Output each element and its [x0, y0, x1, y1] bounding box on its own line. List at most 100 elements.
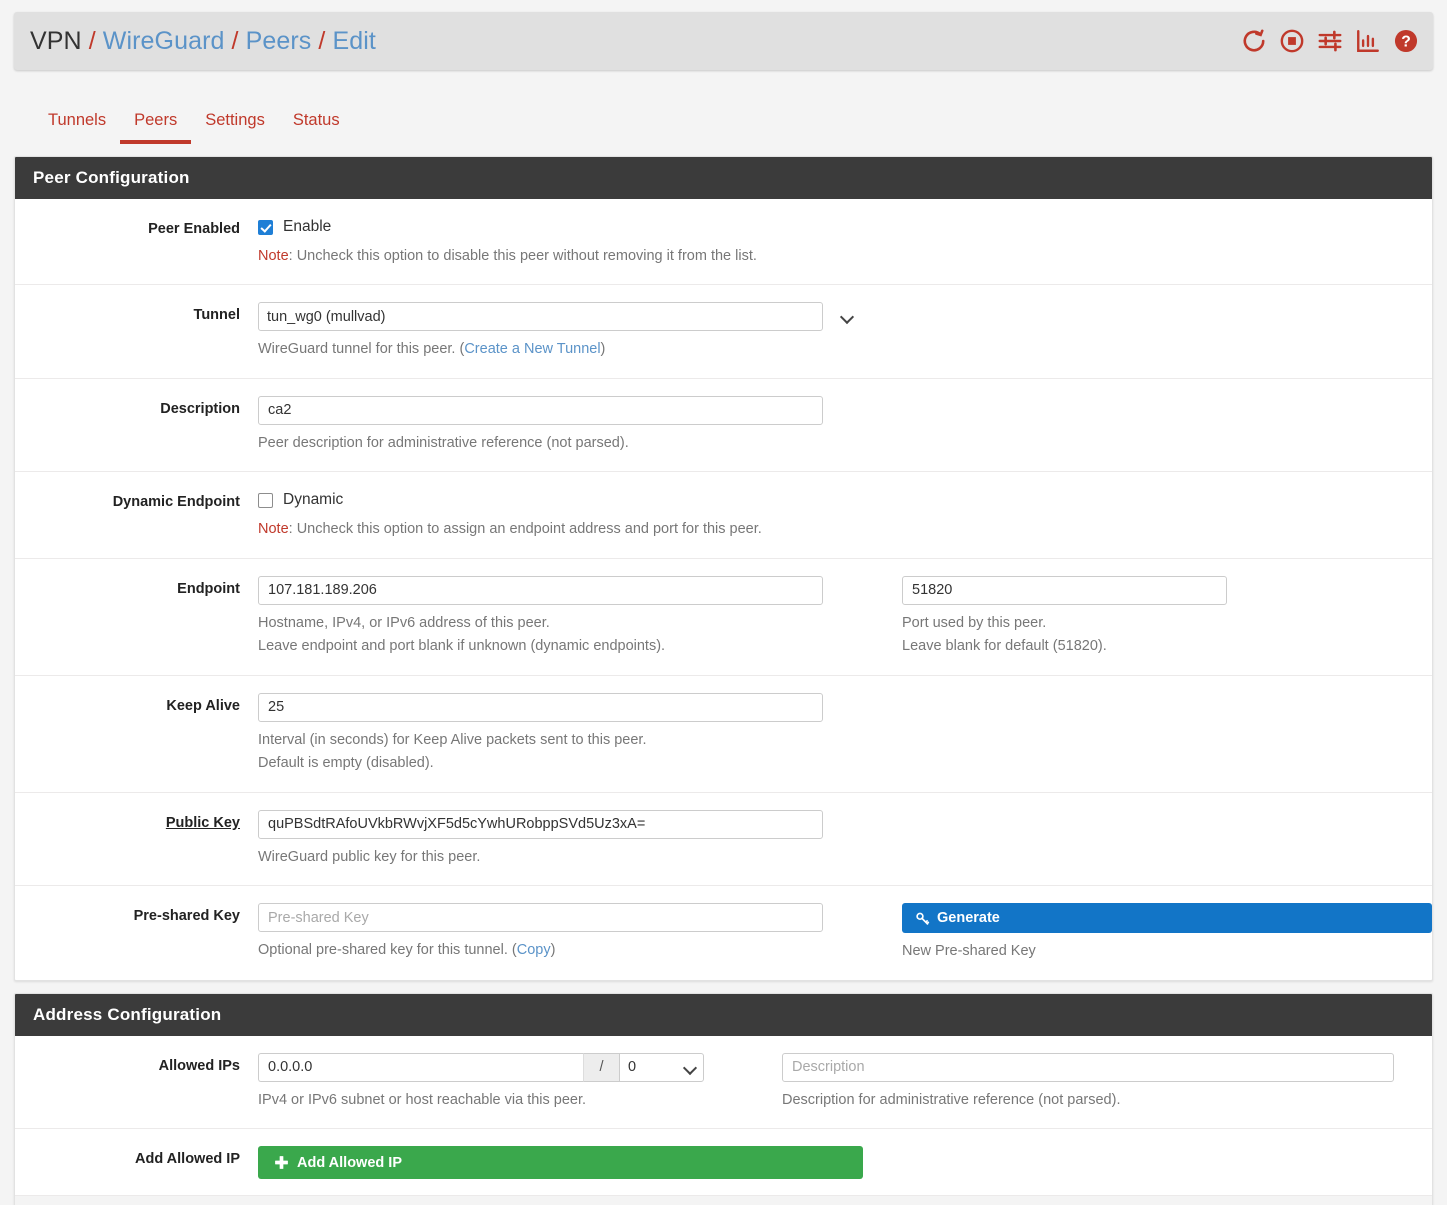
label-peer-enabled: Peer Enabled [148, 221, 240, 237]
row-description: Description Peer description for adminis… [15, 379, 1432, 473]
generate-psk-button-label: Generate [937, 910, 1000, 927]
help-psk-before: Optional pre-shared key for this tunnel.… [258, 942, 517, 959]
endpoint-port-input[interactable] [902, 575, 1227, 605]
row-dynamic-endpoint: Dynamic Endpoint Dynamic Note: Uncheck t… [15, 472, 1432, 559]
header-icon-group: ? [1241, 28, 1419, 54]
stop-icon[interactable] [1279, 28, 1305, 54]
help-description: Peer description for administrative refe… [258, 434, 629, 451]
peer-enabled-checkbox-label: Enable [283, 218, 332, 235]
peer-configuration-title: Peer Configuration [15, 157, 1432, 199]
note-prefix: Note [258, 248, 289, 264]
label-public-key: Public Key [15, 810, 258, 869]
label-description: Description [160, 400, 240, 417]
page-root: VPN / WireGuard / Peers / Edit ? Tunnels… [0, 0, 1447, 1205]
tab-status[interactable]: Status [279, 111, 354, 144]
row-add-allowed-ip: Add Allowed IP Add Allowed IP [15, 1129, 1432, 1197]
help-keep-alive: Interval (in seconds) for Keep Alive pac… [258, 729, 863, 776]
label-allowed-ips: Allowed IPs [158, 1057, 240, 1074]
tab-tunnels[interactable]: Tunnels [34, 111, 120, 144]
help-keep-alive-line2: Default is empty (disabled). [258, 755, 434, 772]
row-allowed-ips: Allowed IPs / 0 IPv4 or IPv6 subnet or h… [15, 1036, 1432, 1130]
breadcrumb-separator: / [88, 26, 96, 55]
public-key-input[interactable] [258, 809, 823, 839]
breadcrumb-separator: / [231, 26, 239, 55]
help-peer-enabled: Note: Uncheck this option to disable thi… [258, 245, 863, 268]
help-allowed-ip-address: IPv4 or IPv6 subnet or host reachable vi… [258, 1091, 587, 1108]
help-generate-psk: New Pre-shared Key [902, 943, 1036, 960]
copy-psk-link[interactable]: Copy [517, 942, 551, 958]
row-peer-enabled: Peer Enabled Enable Note: Uncheck this o… [15, 199, 1432, 286]
label-add-allowed-ip: Add Allowed IP [135, 1151, 240, 1168]
breadcrumb: VPN / WireGuard / Peers / Edit [30, 27, 376, 56]
tunnel-select[interactable]: tun_wg0 (mullvad) [258, 302, 823, 332]
help-endpoint-address-line2: Leave endpoint and port blank if unknown… [258, 638, 666, 655]
add-allowed-ip-button[interactable]: Add Allowed IP [258, 1146, 863, 1180]
keep-alive-input[interactable] [258, 692, 823, 722]
help-tunnel: WireGuard tunnel for this peer. (Create … [258, 338, 863, 361]
help-psk-after: ) [550, 942, 556, 959]
allowed-ip-address-input[interactable] [258, 1052, 583, 1082]
sliders-icon[interactable] [1317, 28, 1343, 54]
dynamic-endpoint-checkbox-label: Dynamic [283, 491, 344, 509]
address-configuration-panel: Address Configuration Allowed IPs / 0 [14, 992, 1433, 1205]
tab-settings[interactable]: Settings [191, 111, 279, 144]
allowed-ip-description-input[interactable] [782, 1052, 1394, 1082]
breadcrumb-separator: / [318, 26, 326, 55]
row-public-key: Public Key WireGuard public key for this… [15, 793, 1432, 887]
breadcrumb-link-edit[interactable]: Edit [332, 27, 375, 56]
bar-chart-icon[interactable] [1355, 28, 1381, 54]
pre-shared-key-input[interactable] [258, 903, 823, 933]
row-keep-alive: Keep Alive Interval (in seconds) for Kee… [15, 676, 1432, 793]
help-endpoint-port-line2: Leave blank for default (51820). [902, 638, 1107, 655]
plus-icon [273, 1154, 290, 1171]
label-dynamic-endpoint: Dynamic Endpoint [112, 494, 240, 511]
create-new-tunnel-link[interactable]: Create a New Tunnel [464, 341, 600, 357]
panel-footer-spacer [15, 1196, 1432, 1205]
help-icon[interactable]: ? [1393, 28, 1419, 54]
note-prefix: Note [258, 521, 289, 538]
help-endpoint-port: Port used by this peer. Leave blank for … [902, 612, 1432, 659]
help-endpoint-address: Hostname, IPv4, or IPv6 address of this … [258, 612, 863, 659]
label-endpoint: Endpoint [177, 580, 240, 597]
tunnel-select-wrap: tun_wg0 (mullvad) [258, 302, 863, 332]
peer-configuration-panel: Peer Configuration Peer Enabled Enable N… [14, 156, 1433, 981]
allowed-ip-input-group: / 0 [258, 1052, 742, 1082]
refresh-icon[interactable] [1241, 28, 1267, 54]
help-endpoint-port-line1: Port used by this peer. [902, 614, 1047, 631]
help-pre-shared-key: Optional pre-shared key for this tunnel.… [258, 939, 863, 962]
help-dynamic-endpoint: Note: Uncheck this option to assign an e… [258, 518, 863, 541]
endpoint-address-input[interactable] [258, 575, 823, 605]
generate-psk-button[interactable]: Generate [902, 903, 1432, 934]
svg-text:?: ? [1401, 34, 1411, 51]
dynamic-endpoint-checkbox[interactable] [258, 492, 273, 508]
allowed-ip-mask-select-wrap: 0 [619, 1052, 704, 1082]
breadcrumb-link-peers[interactable]: Peers [246, 27, 312, 56]
key-icon [915, 911, 930, 926]
description-input[interactable] [258, 395, 823, 425]
label-tunnel: Tunnel [193, 307, 240, 324]
row-pre-shared-key: Pre-shared Key Optional pre-shared key f… [15, 886, 1432, 979]
add-allowed-ip-button-label: Add Allowed IP [297, 1154, 402, 1171]
help-public-key: WireGuard public key for this peer. [258, 848, 481, 865]
label-keep-alive: Keep Alive [166, 697, 240, 714]
help-tunnel-before: WireGuard tunnel for this peer. ( [258, 341, 465, 358]
allowed-ip-mask-select[interactable]: 0 [619, 1052, 704, 1082]
help-keep-alive-line1: Interval (in seconds) for Keep Alive pac… [258, 731, 647, 748]
note-text: : Uncheck this option to disable this pe… [288, 248, 757, 264]
row-tunnel: Tunnel tun_wg0 (mullvad) WireGuard tunne… [15, 285, 1432, 379]
note-text: : Uncheck this option to assign an endpo… [288, 521, 762, 538]
breadcrumb-root: VPN [30, 26, 82, 55]
breadcrumb-bar: VPN / WireGuard / Peers / Edit ? [14, 12, 1433, 70]
help-endpoint-address-line1: Hostname, IPv4, or IPv6 address of this … [258, 614, 550, 631]
tab-bar: Tunnels Peers Settings Status [0, 92, 1447, 144]
label-public-key-text: Public Key [165, 814, 240, 831]
help-allowed-ip-description: Description for administrative reference… [782, 1091, 1121, 1108]
breadcrumb-link-wireguard[interactable]: WireGuard [103, 27, 225, 56]
allowed-ip-slash-addon: / [583, 1052, 619, 1082]
help-tunnel-after: ) [600, 341, 606, 358]
address-configuration-title: Address Configuration [15, 993, 1432, 1036]
row-endpoint: Endpoint Hostname, IPv4, or IPv6 address… [15, 559, 1432, 676]
tab-peers[interactable]: Peers [120, 111, 192, 144]
peer-enabled-checkbox[interactable] [258, 219, 273, 235]
label-pre-shared-key: Pre-shared Key [133, 908, 240, 925]
